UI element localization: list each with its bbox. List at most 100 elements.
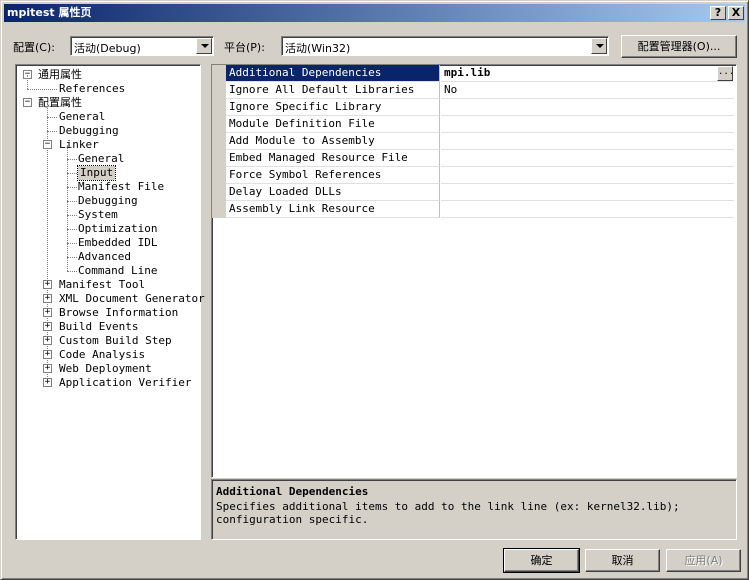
ellipsis-button[interactable]: ... bbox=[717, 66, 734, 81]
help-button[interactable]: ? bbox=[710, 6, 726, 20]
row-gutter bbox=[212, 184, 226, 201]
description-title: Additional Dependencies bbox=[216, 485, 369, 498]
window-title: mpitest 属性页 bbox=[7, 6, 92, 19]
config-select[interactable]: 活动(Debug) bbox=[70, 36, 214, 56]
property-name: Embed Managed Resource File bbox=[226, 150, 440, 167]
tree-item-application-verifier[interactable]: Application Verifier bbox=[59, 376, 191, 390]
property-row[interactable]: Force Symbol References bbox=[212, 167, 734, 184]
tree-item-configuration-properties[interactable]: 配置属性 bbox=[38, 96, 82, 110]
expand-icon[interactable]: + bbox=[43, 336, 52, 345]
apply-button[interactable]: 应用(A) bbox=[666, 549, 741, 572]
collapse-icon[interactable]: − bbox=[43, 140, 52, 149]
tree-item-references[interactable]: References bbox=[59, 82, 125, 96]
tree-item-linker-embedded-idl[interactable]: Embedded IDL bbox=[78, 236, 157, 250]
tree-item-xml-document-generator[interactable]: XML Document Generator bbox=[59, 292, 205, 306]
property-value[interactable]: No bbox=[441, 82, 734, 99]
tree-item-linker[interactable]: Linker bbox=[59, 138, 99, 152]
title-bar: mpitest 属性页 ? X bbox=[4, 4, 745, 22]
tree-item-web-deployment[interactable]: Web Deployment bbox=[59, 362, 152, 376]
config-select-value: 活动(Debug) bbox=[74, 42, 141, 55]
property-grid[interactable]: Additional Dependencies mpi.lib... Ignore … bbox=[211, 64, 737, 478]
property-value[interactable] bbox=[441, 133, 734, 150]
collapse-icon[interactable]: − bbox=[23, 98, 32, 107]
tree-item-linker-system[interactable]: System bbox=[78, 208, 118, 222]
tree-item-code-analysis[interactable]: Code Analysis bbox=[59, 348, 145, 362]
platform-select[interactable]: 活动(Win32) bbox=[281, 36, 609, 56]
property-value[interactable] bbox=[441, 184, 734, 201]
row-gutter bbox=[212, 201, 226, 218]
expand-icon[interactable]: + bbox=[43, 308, 52, 317]
property-pages-dialog: mpitest 属性页 ? X 配置(C): 活动(Debug) 平台(P): … bbox=[0, 0, 749, 580]
expand-icon[interactable]: + bbox=[43, 364, 52, 373]
chevron-down-icon[interactable] bbox=[196, 38, 212, 54]
tree-line bbox=[67, 201, 77, 202]
platform-label: 平台(P): bbox=[224, 41, 265, 54]
property-value[interactable] bbox=[441, 116, 734, 133]
tree-line bbox=[47, 117, 57, 118]
row-gutter bbox=[212, 167, 226, 184]
tree-line bbox=[67, 271, 77, 272]
tree-item-linker-manifest-file[interactable]: Manifest File bbox=[78, 180, 164, 194]
property-name: Force Symbol References bbox=[226, 167, 440, 184]
tree-item-custom-build-step[interactable]: Custom Build Step bbox=[59, 334, 172, 348]
tree-item-general[interactable]: General bbox=[59, 110, 105, 124]
ok-button[interactable]: 确定 bbox=[503, 548, 580, 573]
property-value[interactable] bbox=[441, 150, 734, 167]
expand-icon[interactable]: + bbox=[43, 280, 52, 289]
property-name: Module Definition File bbox=[226, 116, 440, 133]
tree-item-linker-advanced[interactable]: Advanced bbox=[78, 250, 131, 264]
row-gutter bbox=[212, 133, 226, 150]
tree-item-common-properties[interactable]: 通用属性 bbox=[38, 68, 82, 82]
expand-icon[interactable]: + bbox=[43, 378, 52, 387]
property-row[interactable]: Assembly Link Resource bbox=[212, 201, 734, 218]
tree-line bbox=[67, 159, 77, 160]
tree-line bbox=[67, 229, 77, 230]
property-value[interactable] bbox=[441, 167, 734, 184]
tree-line bbox=[67, 257, 77, 258]
property-row[interactable]: Ignore All Default Libraries No bbox=[212, 82, 734, 99]
tree-line bbox=[47, 131, 57, 132]
expand-icon[interactable]: + bbox=[43, 350, 52, 359]
config-label: 配置(C): bbox=[13, 41, 55, 54]
row-gutter bbox=[212, 150, 226, 167]
tree-line bbox=[67, 215, 77, 216]
property-value[interactable] bbox=[441, 201, 734, 218]
chevron-down-icon[interactable] bbox=[591, 38, 607, 54]
tree-line bbox=[67, 187, 77, 188]
tree-item-debugging[interactable]: Debugging bbox=[59, 124, 119, 138]
description-text: Specifies additional items to add to the… bbox=[216, 500, 680, 526]
property-name: Add Module to Assembly bbox=[226, 133, 440, 150]
config-manager-button[interactable]: 配置管理器(O)... bbox=[621, 35, 737, 58]
property-row[interactable]: Module Definition File bbox=[212, 116, 734, 133]
tree-item-linker-command-line[interactable]: Command Line bbox=[78, 264, 157, 278]
property-name: Assembly Link Resource bbox=[226, 201, 440, 218]
property-row[interactable]: Ignore Specific Library bbox=[212, 99, 734, 116]
tree-line bbox=[67, 145, 68, 271]
tree-item-linker-input[interactable]: Input bbox=[76, 165, 117, 181]
tree-item-build-events[interactable]: Build Events bbox=[59, 320, 138, 334]
tree-item-linker-debugging[interactable]: Debugging bbox=[78, 194, 138, 208]
tree-item-linker-general[interactable]: General bbox=[78, 152, 124, 166]
tree-line bbox=[27, 89, 57, 90]
property-name: Ignore All Default Libraries bbox=[226, 82, 440, 99]
close-button[interactable]: X bbox=[728, 6, 744, 20]
row-gutter bbox=[212, 99, 226, 116]
settings-tree[interactable]: − 通用属性 References − 配置属性 General Debugging − Lin… bbox=[15, 64, 205, 540]
platform-select-value: 活动(Win32) bbox=[285, 42, 351, 55]
property-value[interactable]: mpi.lib bbox=[441, 65, 734, 82]
row-gutter bbox=[212, 116, 226, 133]
property-row[interactable]: Add Module to Assembly bbox=[212, 133, 734, 150]
property-row[interactable]: Delay Loaded DLLs bbox=[212, 184, 734, 201]
tree-item-manifest-tool[interactable]: Manifest Tool bbox=[59, 278, 145, 292]
tree-item-browse-information[interactable]: Browse Information bbox=[59, 306, 178, 320]
tree-line bbox=[67, 243, 77, 244]
property-value[interactable] bbox=[441, 99, 734, 116]
tree-item-linker-optimization[interactable]: Optimization bbox=[78, 222, 157, 236]
cancel-button[interactable]: 取消 bbox=[585, 549, 660, 572]
property-row[interactable]: Additional Dependencies mpi.lib... bbox=[212, 65, 734, 82]
property-row[interactable]: Embed Managed Resource File bbox=[212, 150, 734, 167]
property-name: Ignore Specific Library bbox=[226, 99, 440, 116]
expand-icon[interactable]: + bbox=[43, 322, 52, 331]
tree-line bbox=[67, 173, 77, 174]
expand-icon[interactable]: + bbox=[43, 294, 52, 303]
